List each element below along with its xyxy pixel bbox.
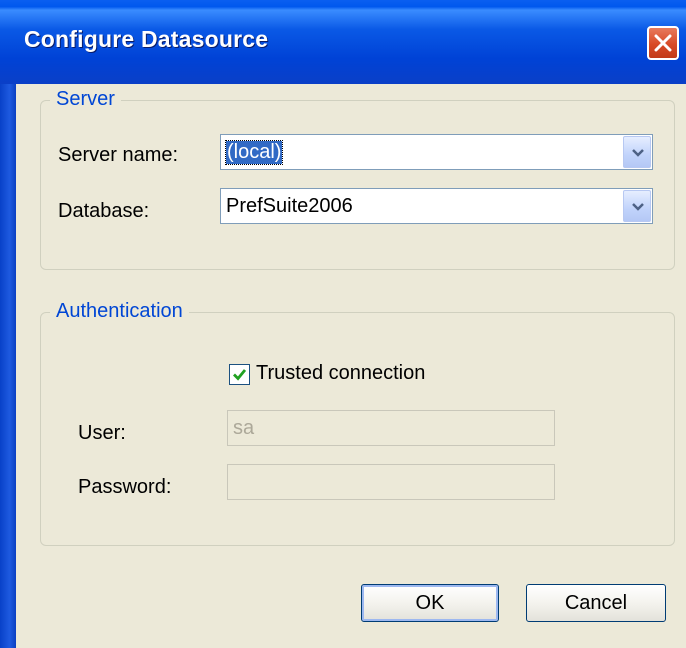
trusted-connection-label[interactable]: Trusted connection xyxy=(256,362,425,385)
password-label: Password: xyxy=(78,476,172,498)
user-value: sa xyxy=(233,417,255,439)
window-left-border xyxy=(0,84,16,648)
server-name-dropdown-button[interactable] xyxy=(623,136,651,168)
server-name-value: (local) xyxy=(224,140,284,165)
window-title: Configure Datasource xyxy=(24,26,269,52)
password-field[interactable] xyxy=(227,464,555,500)
server-group-legend: Server xyxy=(50,88,121,111)
chevron-down-icon xyxy=(632,149,644,157)
chevron-down-icon xyxy=(632,203,644,211)
title-bar[interactable]: Configure Datasource xyxy=(0,0,686,84)
dialog-window: Configure Datasource Server Server name:… xyxy=(0,0,686,648)
close-button[interactable] xyxy=(647,26,679,60)
server-groupbox xyxy=(40,100,675,270)
user-field[interactable]: sa xyxy=(227,410,555,446)
database-value: PrefSuite2006 xyxy=(226,195,353,217)
checkmark-icon xyxy=(233,369,247,381)
database-combobox[interactable]: PrefSuite2006 xyxy=(220,188,653,224)
server-name-label: Server name: xyxy=(58,144,179,166)
server-name-combobox[interactable]: (local) xyxy=(220,134,653,170)
database-dropdown-button[interactable] xyxy=(623,190,651,222)
close-icon xyxy=(654,34,672,52)
trusted-connection-checkbox[interactable] xyxy=(229,364,250,385)
dialog-body: Server Server name: (local) Database: Pr… xyxy=(16,84,686,648)
authentication-group-legend: Authentication xyxy=(50,300,189,323)
user-label: User: xyxy=(78,422,126,444)
ok-button[interactable]: OK xyxy=(361,584,499,622)
cancel-button[interactable]: Cancel xyxy=(526,584,666,622)
database-label: Database: xyxy=(58,200,150,222)
